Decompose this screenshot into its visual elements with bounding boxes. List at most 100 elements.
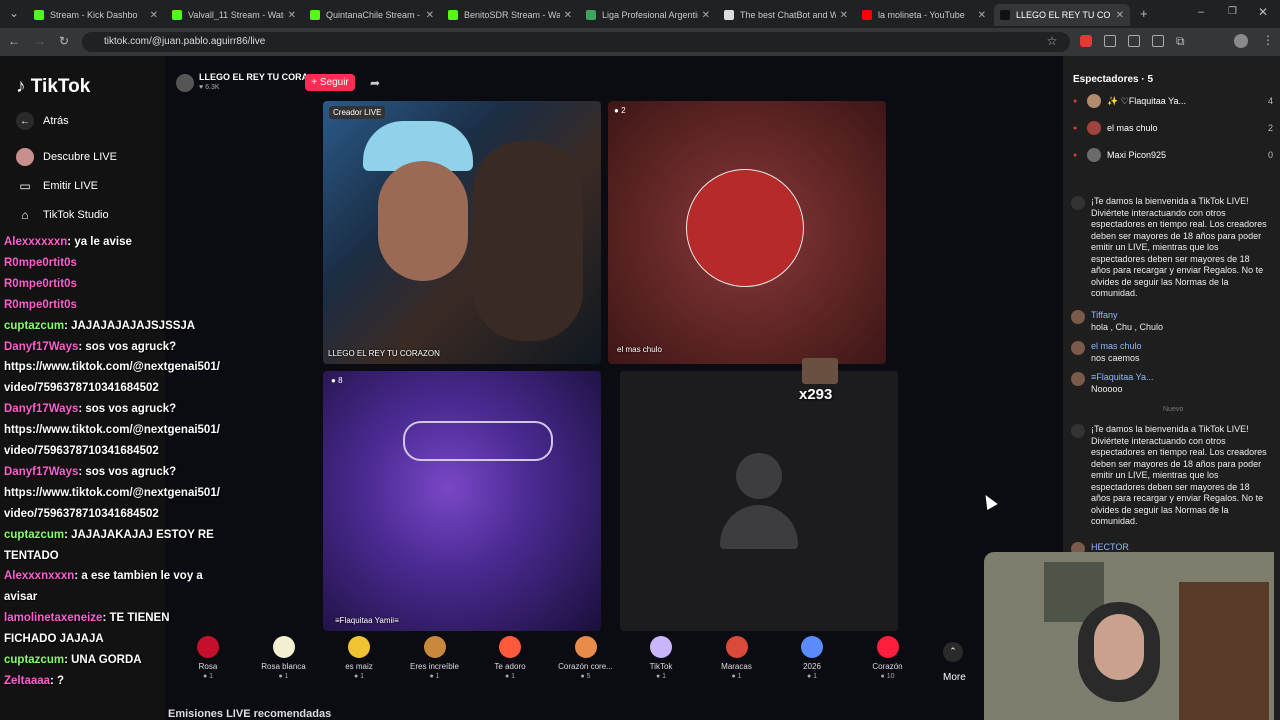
adblock-extension-icon[interactable]: [1080, 35, 1092, 47]
chat-text: video/7596378710341684502: [4, 507, 159, 520]
browser-menu-icon[interactable]: ⋮: [1262, 33, 1274, 47]
chat-message: ≡Flaquitaa Ya... Nooooo: [1091, 372, 1267, 395]
extension-icon[interactable]: [1104, 35, 1116, 47]
video-tile-guest-1[interactable]: ● 2 el mas chulo: [608, 101, 886, 364]
profile-avatar[interactable]: [1234, 34, 1248, 48]
tab-search-icon[interactable]: ⌄: [6, 6, 22, 20]
chat-text: TENTADO: [4, 549, 59, 562]
gift-item[interactable]: Te adoro ● 1: [472, 636, 548, 680]
nav-discover-live[interactable]: Descubre LIVE: [16, 148, 117, 166]
chat-username[interactable]: ≡Flaquitaa Ya...: [1091, 372, 1267, 384]
video-tile-guest-2[interactable]: ● 8 ≡Flaquitaa Yamii≡: [323, 371, 601, 631]
back-button[interactable]: ← Atrás: [16, 112, 69, 130]
chat-message: https://www.tiktok.com/@nextgenai501/: [4, 424, 220, 436]
browser-tab[interactable]: BenitoSDR Stream - Watc ✕: [442, 4, 578, 26]
tile-caption: el mas chulo: [617, 345, 662, 354]
restore-icon[interactable]: ❐: [1228, 6, 1237, 17]
gift-item[interactable]: Maracas ● 1: [699, 636, 775, 680]
browser-tab[interactable]: la molineta - YouTube ✕: [856, 4, 992, 26]
chat-message: Zeltaaaa: ?: [4, 675, 64, 687]
extension-icon[interactable]: [1128, 35, 1140, 47]
tab-close-icon[interactable]: ✕: [150, 10, 158, 21]
chat-username[interactable]: Alexxxnxxxn: [4, 570, 74, 582]
back-icon[interactable]: ←: [6, 34, 22, 48]
chat-username[interactable]: Danyf17Ways: [4, 466, 78, 478]
forward-icon[interactable]: →: [32, 34, 48, 48]
spectator-score: 4: [1267, 96, 1273, 106]
follow-button[interactable]: + Seguir: [305, 74, 355, 91]
tiktok-logo[interactable]: ♪ TikTok: [16, 76, 90, 98]
gift-item[interactable]: Corazón ● 10: [850, 636, 926, 680]
minimize-icon[interactable]: –: [1198, 6, 1204, 18]
chat-username[interactable]: R0mpe0rtit0s: [4, 299, 77, 311]
new-messages-divider: Nuevo: [1163, 406, 1184, 413]
chat-username[interactable]: Tiffany: [1091, 310, 1267, 322]
browser-tab[interactable]: Liga Profesional Argentin ✕: [580, 4, 716, 26]
reload-icon[interactable]: ↻: [56, 34, 72, 48]
gift-item[interactable]: 2026 ● 1: [774, 636, 850, 680]
chat-text: : a ese tambien le voy a: [74, 570, 203, 583]
chat-text: : ya le avise: [67, 236, 132, 248]
more-gifts-button[interactable]: More: [943, 672, 966, 683]
video-tile-empty[interactable]: [620, 371, 898, 631]
gift-name: TikTok: [649, 662, 673, 671]
nav-tiktok-studio[interactable]: ⌂ TikTok Studio: [16, 206, 108, 224]
chat-username[interactable]: R0mpe0rtit0s: [4, 278, 77, 290]
chat-username[interactable]: lamolinetaxeneize: [4, 612, 102, 624]
share-icon[interactable]: ➦: [370, 76, 380, 90]
gift-item[interactable]: Eres increíble ● 1: [397, 636, 473, 680]
tab-close-icon[interactable]: ✕: [840, 10, 848, 21]
browser-tab[interactable]: LLEGO EL REY TU CO ✕: [994, 4, 1130, 26]
tab-close-icon[interactable]: ✕: [702, 10, 710, 21]
browser-tab-bar: ⌄ Stream - Kick Dashbo ✕ Valvall_11 Stream…: [0, 0, 1280, 28]
tab-close-icon[interactable]: ✕: [564, 10, 572, 21]
placeholder-head-icon: [736, 453, 782, 499]
browser-tab[interactable]: QuintanaChile Stream - W ✕: [304, 4, 440, 26]
gift-name: Eres increíble: [410, 662, 459, 671]
browser-tab[interactable]: Stream - Kick Dashbo ✕: [28, 4, 164, 26]
chat-username[interactable]: el mas chulo: [1091, 341, 1267, 353]
gift-price: ● 1: [429, 673, 440, 680]
video-tile-creator[interactable]: Creador LIVE LLEGO EL REY TU CORAZON: [323, 101, 601, 364]
tab-title: la molineta - YouTube: [878, 10, 965, 20]
gift-item[interactable]: Rosa blanca ● 1: [246, 636, 322, 680]
spectator-row[interactable]: ● ✨ ♡Flaquitaa Ya... 4: [1073, 94, 1273, 108]
chat-username[interactable]: cuptazcum: [4, 529, 64, 541]
chat-username[interactable]: Danyf17Ways: [4, 403, 78, 415]
chat-text: : sos vos agruck?: [78, 403, 177, 416]
chat-username[interactable]: R0mpe0rtit0s: [4, 257, 77, 269]
chat-username[interactable]: Danyf17Ways: [4, 341, 78, 353]
gift-name: Corazón: [872, 662, 903, 671]
gift-name: Te adoro: [494, 662, 526, 671]
chevron-up-icon[interactable]: ⌃: [943, 642, 963, 662]
extension-icon[interactable]: [1152, 35, 1164, 47]
gift-item[interactable]: es maiz ● 1: [321, 636, 397, 680]
tab-close-icon[interactable]: ✕: [1116, 10, 1124, 21]
spectator-row[interactable]: ● Maxi Picon925 0: [1073, 148, 1273, 162]
tab-close-icon[interactable]: ✕: [978, 10, 986, 21]
nav-go-live[interactable]: ▭ Emitir LIVE: [16, 177, 98, 195]
chat-username[interactable]: Zeltaaaa: [4, 675, 50, 687]
new-tab-icon[interactable]: +: [1140, 6, 1148, 21]
chat-username[interactable]: cuptazcum: [4, 654, 64, 666]
tab-close-icon[interactable]: ✕: [426, 10, 434, 21]
spectator-row[interactable]: ● el mas chulo 2: [1073, 121, 1273, 135]
extensions-puzzle-icon[interactable]: ⧉: [1176, 34, 1185, 49]
gift-price-value: 5: [586, 673, 591, 680]
browser-tab[interactable]: Valvall_11 Stream - Watch ✕: [166, 4, 302, 26]
chat-text: https://www.tiktok.com/@nextgenai501/: [4, 424, 220, 437]
chat-username[interactable]: Alexxxxxxn: [4, 236, 67, 248]
tab-close-icon[interactable]: ✕: [288, 10, 296, 21]
close-window-icon[interactable]: ✕: [1258, 5, 1268, 19]
bookmark-star-icon[interactable]: ☆: [1044, 34, 1060, 48]
gift-icon: [801, 636, 823, 658]
gift-item[interactable]: TikTok ● 1: [623, 636, 699, 680]
creator-live-badge: Creador LIVE: [329, 106, 386, 119]
address-bar[interactable]: tiktok.com/@juan.pablo.aguirr86/live: [82, 32, 1070, 52]
chat-username[interactable]: cuptazcum: [4, 320, 64, 332]
gift-item[interactable]: Corazón core... ● 5: [548, 636, 624, 680]
streamer-avatar[interactable]: [176, 74, 194, 92]
chat-text: video/7596378710341684502: [4, 382, 159, 395]
browser-tab[interactable]: The best ChatBot and Wi ✕: [718, 4, 854, 26]
gift-icon: [499, 636, 521, 658]
